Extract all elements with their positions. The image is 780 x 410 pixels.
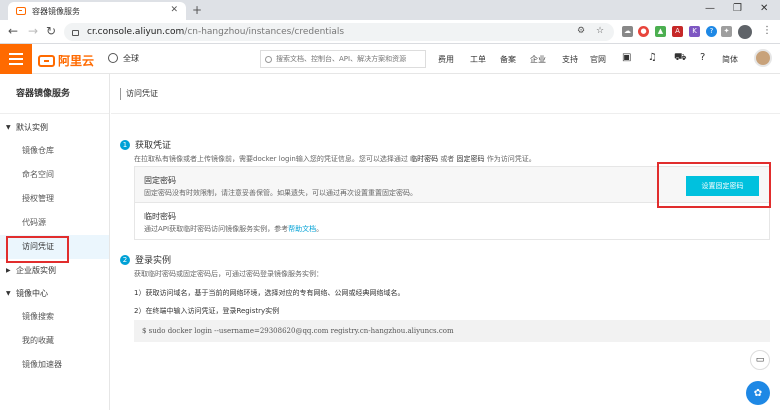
bell-icon[interactable]: ♫ [648,52,657,64]
fixed-password-desc: 固定密码没有时效限制，请注意妥善保管。如果遗失，可以通过再次设置重置固定密码。 [144,189,417,197]
nav-support[interactable]: 支持 [562,54,578,65]
region-selector[interactable]: 全球 [123,53,139,64]
reload-icon[interactable]: ↻ [46,24,56,38]
step1-fixed-pw-term: 固定密码 [456,155,485,163]
url-path: /cn-hangzhou/instances/credentials [184,27,345,37]
search-input[interactable] [276,55,416,63]
profile-icon[interactable] [738,25,752,39]
new-tab-icon[interactable]: + [192,3,202,17]
sidebar-title: 容器镜像服务 [0,74,109,114]
sidebar-item-image-search[interactable]: 镜像搜索 [0,305,109,329]
browser-tab-bar: 容器镜像服务 ✕ + — ❐ ✕ [0,0,780,20]
tab-close-icon[interactable]: ✕ [170,5,178,15]
terminal-icon[interactable]: ▣ [622,52,631,64]
sidebar-item-favorites[interactable]: 我的收藏 [0,329,109,353]
temp-desc-end: 。 [316,225,324,233]
step2-line2: 2）在终端中输入访问凭证，登录Registry实例 [134,307,280,315]
highlight-box-button [657,162,771,208]
temp-password-desc: 通过API获取临时密码访问镜像服务实例，参考帮助文档。 [144,224,323,234]
caret-down-icon: ▼ [6,290,11,297]
url-host: cr.console.aliyun.com [87,27,185,37]
nav-official-site[interactable]: 官网 [590,54,606,65]
maximize-icon[interactable]: ❐ [733,3,742,15]
cart-icon[interactable]: ⛟ [674,52,687,64]
globe-icon[interactable] [108,53,118,63]
step2-heading: 2 登录实例 [120,253,171,266]
back-icon[interactable]: ← [8,24,18,38]
page-title: 访问凭证 [126,89,158,98]
header-divider [120,88,121,100]
aliyun-favicon-icon [16,7,26,15]
url-bar[interactable]: cr.console.aliyun.com/cn-hangzhou/instan… [64,23,614,41]
extension-cloud-icon[interactable]: ☁ [622,26,633,37]
step2-description: 获取临时密码或固定密码后，可通过密码登录镜像服务实例： [134,270,323,278]
sidebar-group-label: 镜像中心 [16,289,48,298]
browser-tab[interactable]: 容器镜像服务 ✕ [8,2,186,20]
nav-billing[interactable]: 费用 [438,54,454,65]
extensions-puzzle-icon[interactable]: ✦ [721,26,732,37]
fixed-password-title: 固定密码 [144,176,176,185]
temp-desc-text: 通过API获取临时密码访问镜像服务实例，参考 [144,225,289,233]
console-topbar: 阿里云 全球 费用 工单 备案 企业 支持 官网 ▣ ♫ ⛟ ? 简体 [0,44,780,74]
aliyun-logo[interactable]: 阿里云 [38,52,94,69]
sidebar-item-accelerator[interactable]: 镜像加速器 [0,353,109,377]
minimize-icon[interactable]: — [705,3,715,15]
nav-enterprise[interactable]: 企业 [530,54,546,65]
highlight-box-sidebar [6,236,69,263]
help-doc-link[interactable]: 帮助文档 [288,225,316,233]
extension-purple-icon[interactable]: K [689,26,700,37]
search-icon [265,55,272,63]
step1-desc-end: 作为访问凭证。 [486,155,536,163]
step1-heading: 1 获取凭证 [120,138,171,151]
sidebar-item-repositories[interactable]: 镜像仓库 [0,139,109,163]
extension-green-icon[interactable]: ▲ [655,26,666,37]
sidebar-group-label: 企业版实例 [16,266,56,275]
extension-blue-icon[interactable]: ? [706,26,717,37]
step1-desc-or: 或者 [440,155,455,163]
step1-title: 获取凭证 [135,141,172,151]
nav-icp[interactable]: 备案 [500,54,516,65]
sidebar-item-namespaces[interactable]: 命名空间 [0,163,109,187]
main-content: 访问凭证 1 获取凭证 在拉取私有镜像或者上传镜像前，需要docker login… [111,74,780,410]
assistant-icon[interactable]: ✿ [746,381,770,405]
step2-line1: 1）获取访问域名，基于当前的网络环境，选择对应的专有网络、公网或经典网络域名。 [134,289,405,297]
sidebar-group-image-center[interactable]: ▼ 镜像中心 [0,282,109,305]
sidebar-item-code-source[interactable]: 代码源 [0,211,109,235]
step2-title: 登录实例 [135,256,172,266]
chat-icon[interactable]: ▭ [750,350,770,370]
step1-number: 1 [120,140,130,150]
lock-icon [72,30,79,36]
extension-red-icon[interactable]: ● [638,26,649,37]
docker-login-command[interactable]: $ sudo docker login --username=29308620@… [134,320,770,342]
user-avatar[interactable] [754,49,772,67]
translate-icon[interactable]: ⚙ [577,26,585,36]
step1-description: 在拉取私有镜像或者上传镜像前，需要docker login输入您的凭证信息。您可… [134,154,536,164]
forward-icon[interactable]: → [28,24,38,38]
step1-desc-text: 在拉取私有镜像或者上传镜像前，需要docker login输入您的凭证信息。您可… [134,155,408,163]
extension-pdf-icon[interactable]: A [672,26,683,37]
sidebar-group-default-instance[interactable]: ▼ 默认实例 [0,116,109,139]
address-bar-row: ← → ↻ cr.console.aliyun.com/cn-hangzhou/… [0,20,780,44]
caret-down-icon: ▼ [6,124,11,131]
nav-tickets[interactable]: 工单 [470,54,486,65]
bookmark-star-icon[interactable]: ☆ [596,26,604,36]
page-header: 访问凭证 [111,74,780,114]
menu-icon[interactable] [0,44,32,74]
language-selector[interactable]: 简体 [722,54,738,65]
browser-menu-icon[interactable]: ⋮ [762,24,772,38]
aliyun-logo-icon [38,54,55,67]
brand-name: 阿里云 [58,54,95,68]
sidebar-item-authorization[interactable]: 授权管理 [0,187,109,211]
step2-number: 2 [120,255,130,265]
sidebar-group-label: 默认实例 [16,123,48,132]
window-close-icon[interactable]: ✕ [760,3,768,15]
console-search[interactable] [260,50,426,68]
tab-title: 容器镜像服务 [32,6,80,16]
step1-temp-pw-term: 临时密码 [410,155,439,163]
temp-password-title: 临时密码 [144,212,176,221]
help-icon[interactable]: ? [700,52,705,64]
